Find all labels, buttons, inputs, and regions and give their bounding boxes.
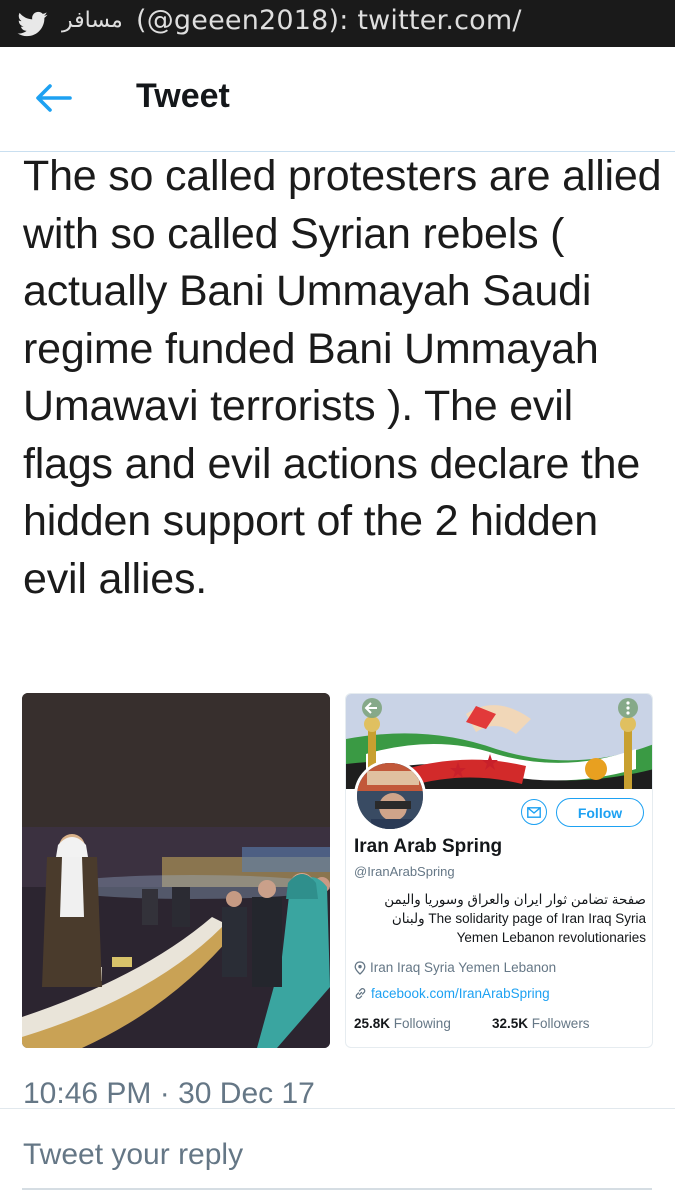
avatar-image <box>357 763 423 829</box>
tweet-image-profile-card[interactable]: Follow Iran Arab Spring @IranArabSpring … <box>345 693 653 1048</box>
envelope-icon <box>527 806 541 818</box>
followers-stat[interactable]: 32.5K Followers <box>492 1016 590 1031</box>
link-text[interactable]: facebook.com/IranArabSpring <box>371 986 550 1001</box>
link-icon <box>355 988 366 999</box>
account-name: مسافر <box>62 8 123 33</box>
page-title: Tweet <box>136 77 230 115</box>
followers-label: Followers <box>531 1016 590 1031</box>
message-button[interactable] <box>521 799 547 825</box>
following-label: Following <box>393 1016 451 1031</box>
profile-location: Iran Iraq Syria Yemen Lebanon <box>354 960 556 975</box>
following-count: 25.8K <box>354 1016 391 1031</box>
reply-underline <box>22 1188 652 1190</box>
header: Tweet <box>0 47 675 152</box>
reply-input[interactable]: Tweet your reply <box>23 1138 243 1172</box>
followers-count: 32.5K <box>492 1016 529 1031</box>
tweet-text: The so called protesters are allied with… <box>23 152 662 603</box>
profile-link[interactable]: facebook.com/IranArabSpring <box>354 986 550 1001</box>
profile-bio: صفحة تضامن ثوار ايران والعراق وسوريا وال… <box>384 892 646 945</box>
divider <box>0 1108 675 1109</box>
twitter-bird-icon <box>17 11 48 37</box>
avatar[interactable] <box>354 760 426 832</box>
location-pin-icon <box>354 960 366 975</box>
follow-button[interactable]: Follow <box>556 798 644 827</box>
status-bar: مسافر (@geeen2018): twitter.com/ <box>0 0 675 47</box>
profile-handle: @IranArabSpring <box>354 864 455 879</box>
image-dark-area <box>22 693 330 827</box>
profile-stats: 25.8K Following 32.5K Followers <box>354 1016 590 1031</box>
location-text: Iran Iraq Syria Yemen Lebanon <box>370 960 557 975</box>
tweet-timestamp: 10:46 PM · 30 Dec 17 <box>23 1077 315 1110</box>
tweet-image-conference[interactable] <box>22 693 330 1048</box>
following-stat[interactable]: 25.8K Following <box>354 1016 451 1031</box>
conference-photo <box>22 827 330 1048</box>
handle-url: (@geeen2018): twitter.com/ <box>136 5 522 36</box>
profile-name: Iran Arab Spring <box>354 836 503 857</box>
back-arrow-icon[interactable] <box>34 83 72 113</box>
